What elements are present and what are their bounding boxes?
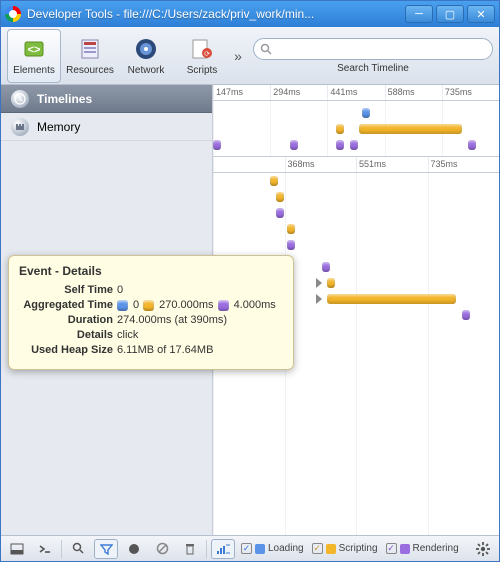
tt-label: Self Time	[19, 284, 113, 296]
svg-text:⟳: ⟳	[204, 51, 210, 58]
search-box[interactable]	[253, 38, 493, 60]
tick: 294ms	[270, 85, 327, 100]
tick: 735ms	[442, 85, 499, 100]
console-button[interactable]	[33, 539, 57, 559]
tt-value: 4.000ms	[234, 299, 276, 311]
sidebar-memory-label: Memory	[37, 120, 80, 134]
legend-label: Rendering	[413, 543, 459, 554]
main-toolbar: <> Elements Resources Network ⟳ Scripts …	[1, 27, 499, 85]
swatch-icon	[255, 544, 265, 554]
tt-value: 274.000ms (at 390ms)	[117, 314, 227, 326]
tab-elements-label: Elements	[13, 65, 55, 76]
overflow-button[interactable]: »	[231, 48, 245, 64]
ruler-detail: 368ms 551ms 735ms	[213, 157, 499, 173]
tt-value: 6.11MB of 17.64MB	[117, 344, 213, 356]
resources-icon	[77, 36, 103, 62]
search-label: Search Timeline	[337, 63, 409, 74]
tab-network-label: Network	[128, 65, 165, 76]
timeline-row[interactable]	[213, 221, 499, 237]
tick: 368ms	[285, 157, 357, 172]
minimize-button[interactable]: ─	[405, 5, 433, 23]
svg-text:<>: <>	[28, 44, 41, 56]
window-titlebar: Developer Tools - file:///C:/Users/zack/…	[1, 1, 499, 27]
tab-network[interactable]: Network	[119, 29, 173, 83]
checkbox-icon[interactable]	[312, 543, 323, 554]
sidebar-item-memory[interactable]: Memory	[1, 113, 212, 141]
tick: 735ms	[428, 157, 500, 172]
tab-resources[interactable]: Resources	[63, 29, 117, 83]
overview-chart[interactable]	[213, 101, 499, 157]
tick: 441ms	[327, 85, 384, 100]
window-title: Developer Tools - file:///C:/Users/zack/…	[27, 7, 402, 21]
legend-label: Loading	[268, 543, 304, 554]
tab-scripts-label: Scripts	[187, 65, 218, 76]
garbage-collect-button[interactable]	[178, 539, 202, 559]
tab-resources-label: Resources	[66, 65, 114, 76]
legend-rendering[interactable]: Rendering	[386, 543, 459, 554]
chip-loading-icon	[117, 300, 128, 311]
dock-button[interactable]	[5, 539, 29, 559]
timeline-row[interactable]	[213, 237, 499, 253]
chip-scripting-icon	[143, 300, 154, 311]
chip-rendering-icon	[218, 300, 229, 311]
tt-label: Duration	[19, 314, 113, 326]
timeline-row[interactable]	[213, 189, 499, 205]
network-icon	[133, 36, 159, 62]
tt-label: Used Heap Size	[19, 344, 113, 356]
tt-label: Details	[19, 329, 113, 341]
tt-value: 0	[133, 299, 139, 311]
expand-arrow-icon[interactable]	[316, 278, 322, 288]
scripts-icon: ⟳	[189, 36, 215, 62]
tt-value: 0	[117, 284, 123, 296]
filter-button[interactable]	[94, 539, 118, 559]
ruler-overview: 147ms 294ms 441ms 588ms 735ms	[213, 85, 499, 101]
close-button[interactable]: ✕	[467, 5, 495, 23]
memory-icon	[11, 118, 29, 136]
timeline-row[interactable]	[213, 205, 499, 221]
search-icon	[260, 43, 272, 55]
status-bar: Loading Scripting Rendering	[1, 535, 499, 561]
tick	[213, 157, 285, 172]
maximize-button[interactable]: ▢	[436, 5, 464, 23]
checkbox-icon[interactable]	[241, 543, 252, 554]
zoom-button[interactable]	[66, 539, 90, 559]
timeline-row[interactable]	[213, 173, 499, 189]
tt-value: click	[117, 329, 138, 341]
expand-arrow-icon[interactable]	[316, 294, 322, 304]
event-details-tooltip: Event - Details Self Time 0 Aggregated Ti…	[8, 255, 294, 370]
tick: 588ms	[385, 85, 442, 100]
tick: 147ms	[213, 85, 270, 100]
swatch-icon	[400, 544, 410, 554]
tooltip-title: Event - Details	[19, 264, 283, 278]
legend-loading[interactable]: Loading	[241, 543, 304, 554]
clock-icon	[11, 90, 29, 108]
frames-button[interactable]	[211, 539, 235, 559]
tab-scripts[interactable]: ⟳ Scripts	[175, 29, 229, 83]
clear-button[interactable]	[150, 539, 174, 559]
legend-scripting[interactable]: Scripting	[312, 543, 378, 554]
sidebar-timelines-label: Timelines	[37, 92, 92, 106]
checkbox-icon[interactable]	[386, 543, 397, 554]
sidebar-item-timelines[interactable]: Timelines	[1, 85, 212, 113]
tt-label: Aggregated Time	[19, 299, 113, 311]
settings-button[interactable]	[471, 539, 495, 559]
record-button[interactable]	[122, 539, 146, 559]
tt-value: 270.000ms	[159, 299, 213, 311]
search-input[interactable]	[276, 43, 486, 55]
swatch-icon	[326, 544, 336, 554]
elements-icon: <>	[21, 36, 47, 62]
legend-label: Scripting	[339, 543, 378, 554]
chrome-logo-icon	[5, 6, 21, 22]
tab-elements[interactable]: <> Elements	[7, 29, 61, 83]
legend: Loading Scripting Rendering	[241, 543, 467, 554]
tick: 551ms	[356, 157, 428, 172]
